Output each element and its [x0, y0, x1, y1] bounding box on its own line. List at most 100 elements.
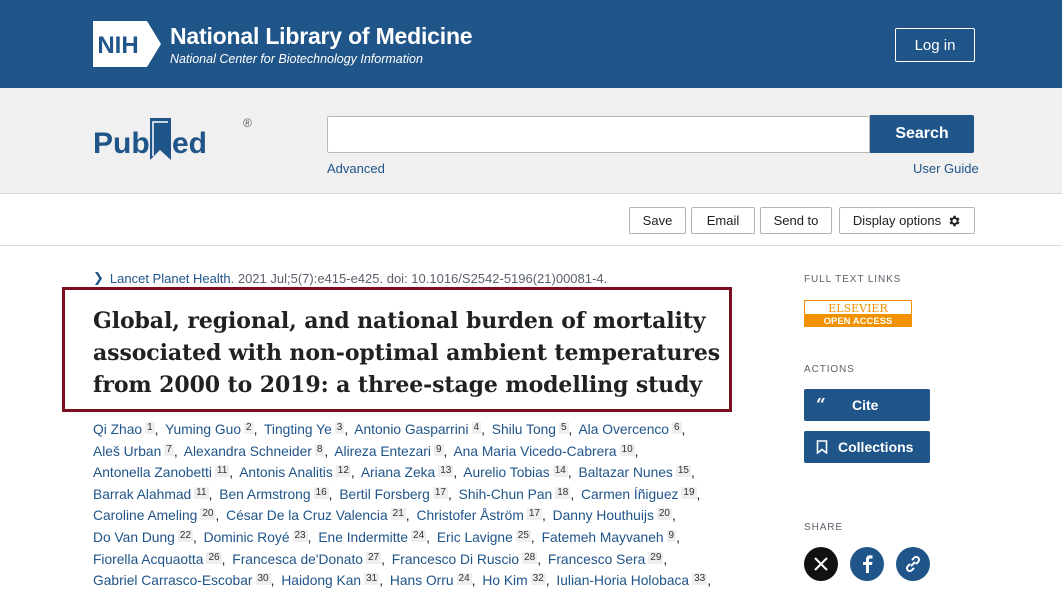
- affiliation-number[interactable]: 26: [206, 551, 222, 564]
- author-name-link[interactable]: Hans Orru: [390, 573, 454, 588]
- affiliation-number[interactable]: 20: [200, 508, 216, 521]
- affiliation-number[interactable]: 3: [334, 422, 345, 434]
- affiliation-number[interactable]: 19: [681, 486, 697, 499]
- author-name-link[interactable]: Eric Lavigne: [437, 530, 513, 545]
- author-name-link[interactable]: Antonis Analitis: [239, 465, 333, 480]
- share-facebook-button[interactable]: [850, 547, 884, 581]
- affiliation-number[interactable]: 11: [194, 486, 209, 499]
- affiliation-number[interactable]: 24: [456, 573, 472, 586]
- author-name-link[interactable]: Fatemeh Mayvaneh: [542, 530, 664, 545]
- collections-button[interactable]: Collections: [804, 431, 930, 463]
- author-name-link[interactable]: Barrak Alahmad: [93, 487, 191, 502]
- author-name-link[interactable]: Caroline Ameling: [93, 508, 197, 523]
- author-name-link[interactable]: César De la Cruz Valencia: [226, 508, 388, 523]
- author-name-link[interactable]: Ene Indermitte: [318, 530, 408, 545]
- author-name-link[interactable]: Ana Maria Vicedo-Cabrera: [453, 444, 616, 459]
- author-name-link[interactable]: Francesco Di Ruscio: [392, 552, 519, 567]
- affiliation-number[interactable]: 13: [438, 465, 454, 478]
- author-name-link[interactable]: Aurelio Tobias: [463, 465, 549, 480]
- affiliation-number[interactable]: 5: [558, 422, 569, 434]
- author-name-link[interactable]: Aleš Urban: [93, 444, 161, 459]
- author-name-link[interactable]: Ben Armstrong: [219, 487, 310, 502]
- author-name-link[interactable]: Fiorella Acquaotta: [93, 552, 203, 567]
- affiliation-number[interactable]: 17: [526, 508, 542, 521]
- affiliation-number[interactable]: 1: [145, 422, 155, 434]
- affiliation-number[interactable]: 8: [314, 443, 325, 456]
- author-name-link[interactable]: Alireza Entezari: [334, 444, 431, 459]
- affiliation-number[interactable]: 27: [365, 551, 382, 564]
- author-name-link[interactable]: Bertil Forsberg: [339, 487, 429, 502]
- affiliation-number[interactable]: 10: [619, 443, 635, 456]
- bookmark-icon: [816, 440, 828, 454]
- author-name-link[interactable]: Dominic Royé: [204, 530, 290, 545]
- affiliation-number[interactable]: 2: [244, 422, 254, 434]
- author-name-link[interactable]: Francesca de'Donato: [232, 552, 363, 567]
- affiliation-number[interactable]: 24: [411, 529, 427, 542]
- journal-link[interactable]: Lancet Planet Health: [110, 271, 231, 286]
- author-name-link[interactable]: Antonella Zanobetti: [93, 465, 212, 480]
- share-link-button[interactable]: [896, 547, 930, 581]
- author-name-link[interactable]: Ho Kim: [482, 573, 527, 588]
- author-name-link[interactable]: Ala Overcenco: [578, 422, 669, 437]
- affiliation-number[interactable]: 17: [432, 486, 448, 499]
- affiliation-number[interactable]: 28: [522, 551, 538, 564]
- affiliation-number[interactable]: 11: [214, 465, 230, 478]
- author-name-link[interactable]: Baltazar Nunes: [579, 465, 673, 480]
- nih-logo[interactable]: NIH: [93, 21, 161, 67]
- author-name-link[interactable]: Carmen Íñiguez: [581, 487, 678, 502]
- author-name-link[interactable]: Qi Zhao: [93, 422, 142, 437]
- nlm-title-block[interactable]: National Library of Medicine National Ce…: [170, 23, 473, 67]
- affiliation-number[interactable]: 4: [471, 422, 482, 434]
- affiliation-number[interactable]: 23: [292, 529, 308, 542]
- author-name-link[interactable]: Alexandra Schneider: [184, 444, 312, 459]
- user-guide-link[interactable]: User Guide: [913, 161, 979, 176]
- save-button[interactable]: Save: [629, 207, 686, 234]
- affiliation-number[interactable]: 6: [671, 422, 682, 434]
- affiliation-number[interactable]: 15: [675, 465, 691, 478]
- affiliation-number[interactable]: 9: [666, 529, 677, 542]
- chevron-right-icon[interactable]: ❯: [93, 270, 104, 286]
- author-name-link[interactable]: Iulian-Horia Holobaca: [556, 573, 689, 588]
- author-name-link[interactable]: Do Van Dung: [93, 530, 175, 545]
- author-name-link[interactable]: Danny Houthuijs: [553, 508, 654, 523]
- affiliation-number[interactable]: 21: [390, 508, 406, 521]
- affiliation-number[interactable]: 33: [692, 573, 708, 586]
- affiliation-number[interactable]: 14: [552, 465, 568, 478]
- author-name-link[interactable]: Gabriel Carrasco-Escobar: [93, 573, 253, 588]
- author-name-link[interactable]: Yuming Guo: [165, 422, 241, 437]
- search-input[interactable]: [327, 116, 870, 153]
- author-name-link[interactable]: Shilu Tong: [492, 422, 556, 437]
- actions-heading: ACTIONS: [804, 364, 855, 375]
- affiliation-number[interactable]: 29: [648, 551, 664, 564]
- affiliation-number[interactable]: 16: [313, 486, 329, 499]
- author-separator: ,: [154, 422, 159, 437]
- author-name-link[interactable]: Ariana Zeka: [361, 465, 435, 480]
- affiliation-number[interactable]: 31: [364, 573, 380, 586]
- author-name-link[interactable]: Francesco Sera: [548, 552, 645, 567]
- author-item: Fatemeh Mayvaneh 9,: [542, 529, 683, 545]
- author-name-link[interactable]: Antonio Gasparrini: [354, 422, 468, 437]
- author-name-link[interactable]: Christofer Åström: [416, 508, 523, 523]
- author-name-link[interactable]: Tingting Ye: [264, 422, 332, 437]
- affiliation-number[interactable]: 30: [255, 573, 271, 586]
- affiliation-number[interactable]: 18: [555, 486, 571, 499]
- login-button[interactable]: Log in: [895, 28, 975, 62]
- email-button[interactable]: Email: [691, 207, 755, 234]
- affiliation-number[interactable]: 25: [515, 529, 531, 542]
- affiliation-number[interactable]: 20: [656, 508, 672, 521]
- cite-button[interactable]: “ Cite: [804, 389, 930, 421]
- advanced-search-link[interactable]: Advanced: [327, 161, 385, 176]
- affiliation-number[interactable]: 9: [433, 443, 444, 456]
- affiliation-number[interactable]: 7: [164, 443, 174, 456]
- affiliation-number[interactable]: 12: [335, 465, 351, 478]
- affiliation-number[interactable]: 32: [530, 573, 546, 586]
- share-x-button[interactable]: [804, 547, 838, 581]
- pubmed-logo[interactable]: Pub ed ®: [93, 112, 258, 162]
- send-to-button[interactable]: Send to: [760, 207, 832, 234]
- search-button[interactable]: Search: [870, 115, 974, 153]
- affiliation-number[interactable]: 22: [177, 529, 193, 542]
- author-name-link[interactable]: Haidong Kan: [281, 573, 361, 588]
- author-name-link[interactable]: Shih-Chun Pan: [459, 487, 553, 502]
- elsevier-open-access-link[interactable]: ELSEVIER OPEN ACCESS: [804, 300, 912, 327]
- display-options-button[interactable]: Display options: [839, 207, 975, 234]
